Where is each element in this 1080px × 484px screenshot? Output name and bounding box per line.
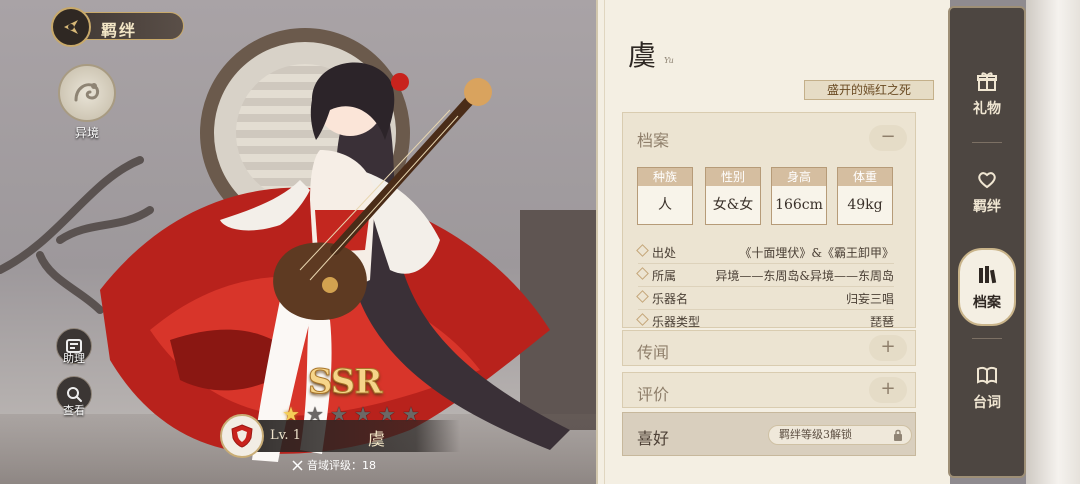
diamond-icon [636, 313, 649, 326]
attr-gender-label: 性别 [706, 168, 760, 186]
open-book-icon [974, 362, 1000, 388]
favorite-lock-pill: 羁绊等级3解锁 [768, 425, 912, 445]
info-value: 归妄三唱 [845, 292, 894, 306]
character-name: 虞 [368, 430, 385, 450]
tab-archive[interactable]: 档案 [958, 248, 1016, 326]
attr-height-value: 166cm [775, 197, 823, 213]
attr-race-value: 人 [658, 197, 672, 213]
archive-collapse-button[interactable]: − [869, 125, 907, 151]
divider [638, 263, 894, 264]
attr-gender-value: 女&女 [712, 197, 754, 213]
attr-gender: 性别 女&女 [705, 167, 761, 225]
world-label: 异境 [74, 126, 99, 140]
tab-gift-label: 礼物 [973, 101, 1001, 117]
back-emblem-icon[interactable] [51, 7, 91, 47]
info-key: 乐器类型 [652, 315, 701, 329]
review-section[interactable]: 评价 + [622, 372, 916, 408]
tab-divider [972, 142, 1002, 143]
info-row-affiliation: 所属 异境——东周岛&异境——东周岛 [636, 265, 894, 285]
info-row-instrument-type: 乐器类型 琵琶 [636, 311, 894, 331]
rumor-title: 传闻 [637, 343, 670, 362]
gift-icon [974, 68, 1000, 94]
tab-divider [972, 338, 1002, 339]
info-key: 所属 [652, 269, 677, 283]
rumor-expand-button[interactable]: + [869, 335, 907, 361]
tab-column: 礼物 羁绊 档案 台词 [948, 6, 1026, 478]
profile-name: 虞 [628, 39, 657, 72]
rank-row: 音域评级：18 [292, 457, 376, 473]
review-expand-button[interactable]: + [869, 377, 907, 403]
character-level: Lv. 1 [270, 428, 301, 443]
attr-height-label: 身高 [772, 168, 826, 186]
info-value: 异境——东周岛&异境——东周岛 [715, 269, 894, 283]
shield-icon[interactable] [220, 414, 264, 458]
profile-panel: 虞 Yu 盛开的嫣红之死 档案 − 种族 人 性别 女&女 身高 166cm 体… [596, 0, 950, 484]
info-row-instrument-name: 乐器名 归妄三唱 [636, 288, 894, 308]
attr-race-label: 种族 [638, 168, 692, 186]
info-row-origin: 出处 《十面埋伏》&《霸王卸甲》 [636, 242, 894, 262]
attr-race: 种族 人 [637, 167, 693, 225]
attr-weight-value: 49kg [847, 197, 883, 213]
tab-lines[interactable]: 台词 [958, 350, 1016, 424]
rumor-section[interactable]: 传闻 + [622, 330, 916, 366]
attr-height: 身高 166cm [771, 167, 827, 225]
tab-archive-label: 档案 [973, 295, 1001, 311]
view-label: 查看 [63, 404, 85, 417]
screen-edge-glare [1026, 0, 1080, 484]
panel-decoration-line [604, 0, 605, 484]
rank-text: 音域评级：18 [307, 459, 376, 472]
heart-link-icon [974, 166, 1000, 192]
tab-bond[interactable]: 羁绊 [958, 154, 1016, 228]
attr-weight: 体重 49kg [837, 167, 893, 225]
favorite-title: 喜好 [637, 429, 670, 448]
books-icon [974, 262, 1000, 288]
page-title: 羁绊 [101, 21, 138, 40]
archive-title: 档案 [637, 131, 670, 150]
tab-gift[interactable]: 礼物 [958, 56, 1016, 130]
divider [638, 286, 894, 287]
page-title-plate: 羁绊 [51, 7, 184, 47]
info-value: 《十面埋伏》&《霸王卸甲》 [739, 246, 894, 260]
diamond-icon [636, 267, 649, 280]
info-key: 乐器名 [652, 292, 689, 306]
tab-lines-label: 台词 [973, 395, 1001, 411]
lock-icon [894, 429, 902, 441]
info-value: 琵琶 [869, 315, 894, 329]
review-title: 评价 [637, 385, 670, 404]
profile-name-romaji: Yu [664, 56, 674, 65]
diamond-icon [636, 290, 649, 303]
divider [638, 309, 894, 310]
world-dragon-icon[interactable] [58, 64, 116, 122]
rarity-badge: SSR [308, 362, 384, 403]
profile-epithet: 盛开的嫣红之死 [804, 80, 934, 100]
crossed-swords-icon [292, 459, 303, 471]
favorite-lock-text: 羁绊等级3解锁 [779, 428, 852, 441]
info-key: 出处 [652, 246, 677, 260]
assist-label: 助理 [63, 352, 85, 365]
diamond-icon [636, 244, 649, 257]
attr-weight-label: 体重 [838, 168, 892, 186]
magnifier-icon [67, 387, 82, 402]
tab-bond-label: 羁绊 [973, 199, 1001, 215]
favorite-section[interactable]: 喜好 羁绊等级3解锁 [622, 412, 916, 456]
